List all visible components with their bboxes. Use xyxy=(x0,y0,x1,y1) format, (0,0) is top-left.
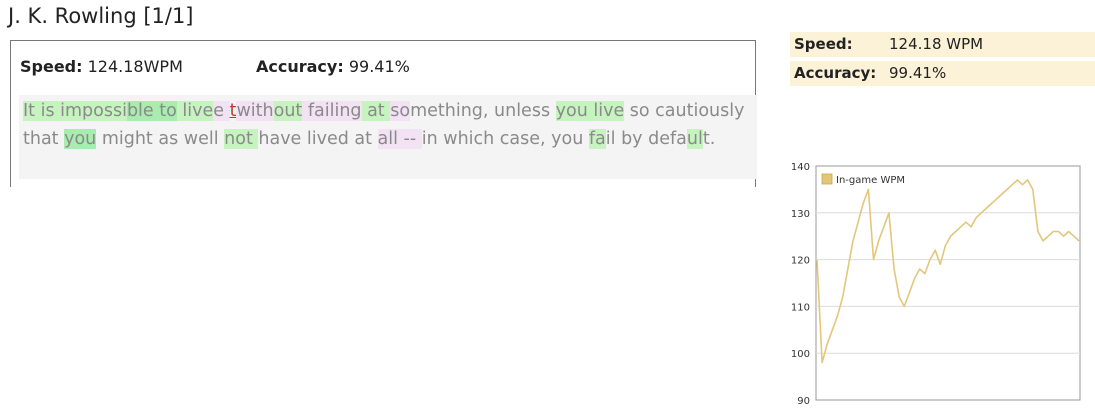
y-tick-label: 140 xyxy=(791,162,810,173)
text-segment: fa xyxy=(588,129,606,149)
text-segment: you xyxy=(64,129,97,149)
text-segment: not xyxy=(224,129,259,149)
y-tick-label: 100 xyxy=(791,349,810,360)
text-segment: It is impossi xyxy=(23,101,127,121)
page-title: J. K. Rowling [1/1] xyxy=(8,4,194,28)
summary-accuracy-value: 99.41% xyxy=(889,64,947,82)
accuracy-label: Accuracy: xyxy=(256,57,344,76)
text-segment: so xyxy=(390,101,411,121)
text-segment: live xyxy=(176,101,214,121)
text-segment: might as well xyxy=(96,129,225,149)
legend-label: In-game WPM xyxy=(836,175,905,186)
y-tick-label: 130 xyxy=(791,209,810,220)
text-segment: defa xyxy=(648,129,687,149)
text-segment: at xyxy=(361,101,391,121)
speed-value: 124.18WPM xyxy=(87,57,183,76)
summary-speed-row: Speed: 124.18 WPM xyxy=(790,32,1095,57)
plot-area xyxy=(815,165,1081,401)
summary-accuracy-row: Accuracy: 99.41% xyxy=(790,61,1095,86)
accuracy-value: 99.41% xyxy=(348,57,410,76)
y-tick-label: 120 xyxy=(791,256,810,267)
text-segment: t. xyxy=(702,129,716,149)
text-segment: you live xyxy=(555,101,625,121)
text-segment: e xyxy=(213,101,230,121)
text-segment: out xyxy=(273,101,303,121)
legend-swatch xyxy=(821,173,833,185)
text-segment: mething, unless xyxy=(410,101,556,121)
text-segment: with xyxy=(236,101,274,121)
accuracy-stat: Accuracy: 99.41% xyxy=(256,57,410,76)
wpm-chart: 90 100 110 120 130 140 In-game WPM xyxy=(791,162,1081,407)
result-panel: Speed: 124.18WPM Accuracy: 99.41% It is … xyxy=(10,40,757,187)
text-segment: il by xyxy=(605,129,649,149)
speed-stat: Speed: 124.18WPM xyxy=(20,57,183,76)
text-segment: all -- xyxy=(377,129,422,149)
y-tick-label: 110 xyxy=(791,302,810,313)
text-segment: in which case, you xyxy=(421,129,589,149)
summary-table: Speed: 124.18 WPM Accuracy: 99.41% xyxy=(790,32,1095,90)
text-segment: ble to xyxy=(126,101,177,121)
y-tick-label: 90 xyxy=(797,396,810,407)
summary-accuracy-label: Accuracy: xyxy=(794,64,877,82)
summary-speed-label: Speed: xyxy=(794,35,853,53)
text-segment: failing xyxy=(302,101,362,121)
typed-text: It is impossible to livee twithout faili… xyxy=(19,95,757,179)
summary-speed-value: 124.18 WPM xyxy=(889,35,984,53)
speed-label: Speed: xyxy=(20,57,83,76)
text-segment: have lived at xyxy=(258,129,378,149)
text-segment: ul xyxy=(686,129,703,149)
